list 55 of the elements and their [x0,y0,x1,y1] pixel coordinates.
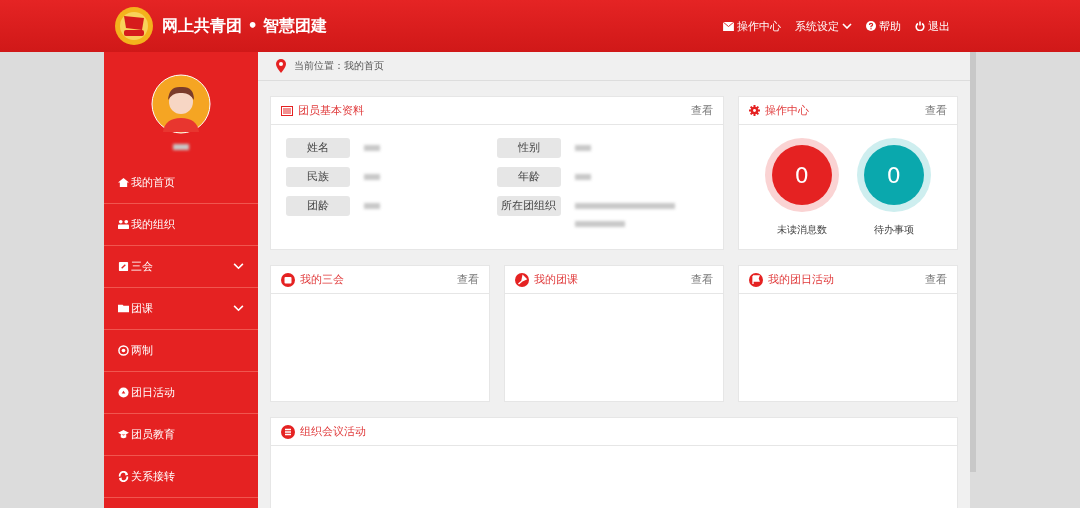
mail-icon [723,21,734,31]
power-icon [915,21,925,31]
nav-link[interactable]: 操作中心 [723,18,781,34]
edit-icon [118,261,129,272]
users-icon [118,219,129,230]
card-title: 我的团课 [534,272,579,287]
gear-icon [748,105,760,116]
target-icon [118,345,129,356]
nav-link[interactable]: 帮助 [866,18,901,34]
view-link[interactable]: 查看 [925,272,947,287]
location-pin-icon [276,59,286,73]
field-label: 民族 [286,167,350,187]
scrollbar[interactable] [970,52,976,472]
card-title: 团员基本资料 [298,103,365,118]
card-title: 我的三会 [300,272,345,287]
blurred-value [364,145,380,151]
view-link[interactable]: 查看 [691,272,713,287]
document-icon [281,424,295,439]
nav-link[interactable]: 退出 [915,18,950,34]
list-card-icon [281,105,293,116]
card-title: 我的团日活动 [768,272,835,287]
view-link[interactable]: 查看 [457,272,479,287]
chevron-down-icon [233,305,244,312]
cap-icon [118,429,129,440]
folder-icon [118,303,129,314]
blurred-username [173,144,189,150]
blurred-value [574,174,591,180]
view-link[interactable]: 查看 [690,103,713,118]
counter-badge[interactable]: 0 [863,145,924,205]
field-label: 性别 [496,138,561,158]
blurred-value [364,174,380,180]
site-title: 网上共青团 • 智慧团建 [162,15,328,37]
blurred-value [574,221,625,227]
counter-badge[interactable]: 0 [771,145,832,205]
field-label: 团龄 [286,196,350,216]
refresh-icon [118,471,129,482]
field-label: 年龄 [496,167,561,187]
counter-label: 待办事项 [873,223,914,237]
nav-link[interactable]: 系统设定 [795,18,852,34]
field-label: 姓名 [286,138,350,158]
counter-label: 未读消息数 [776,223,827,237]
emblem-logo [114,6,154,46]
home-icon [118,177,129,188]
help-icon [866,21,876,31]
card-title: 组织会议活动 [300,424,367,439]
avatar [151,74,211,134]
field-label: 所在团组织 [496,196,561,216]
blurred-value [364,203,380,209]
breadcrumb: 当前位置：我的首页 [294,59,384,73]
flag-icon [749,272,763,287]
blurred-value [574,145,591,151]
card-title: 操作中心 [764,103,810,118]
chevron-down-icon [842,23,852,29]
view-link[interactable]: 查看 [925,103,947,118]
chevron-down-icon [233,263,244,270]
